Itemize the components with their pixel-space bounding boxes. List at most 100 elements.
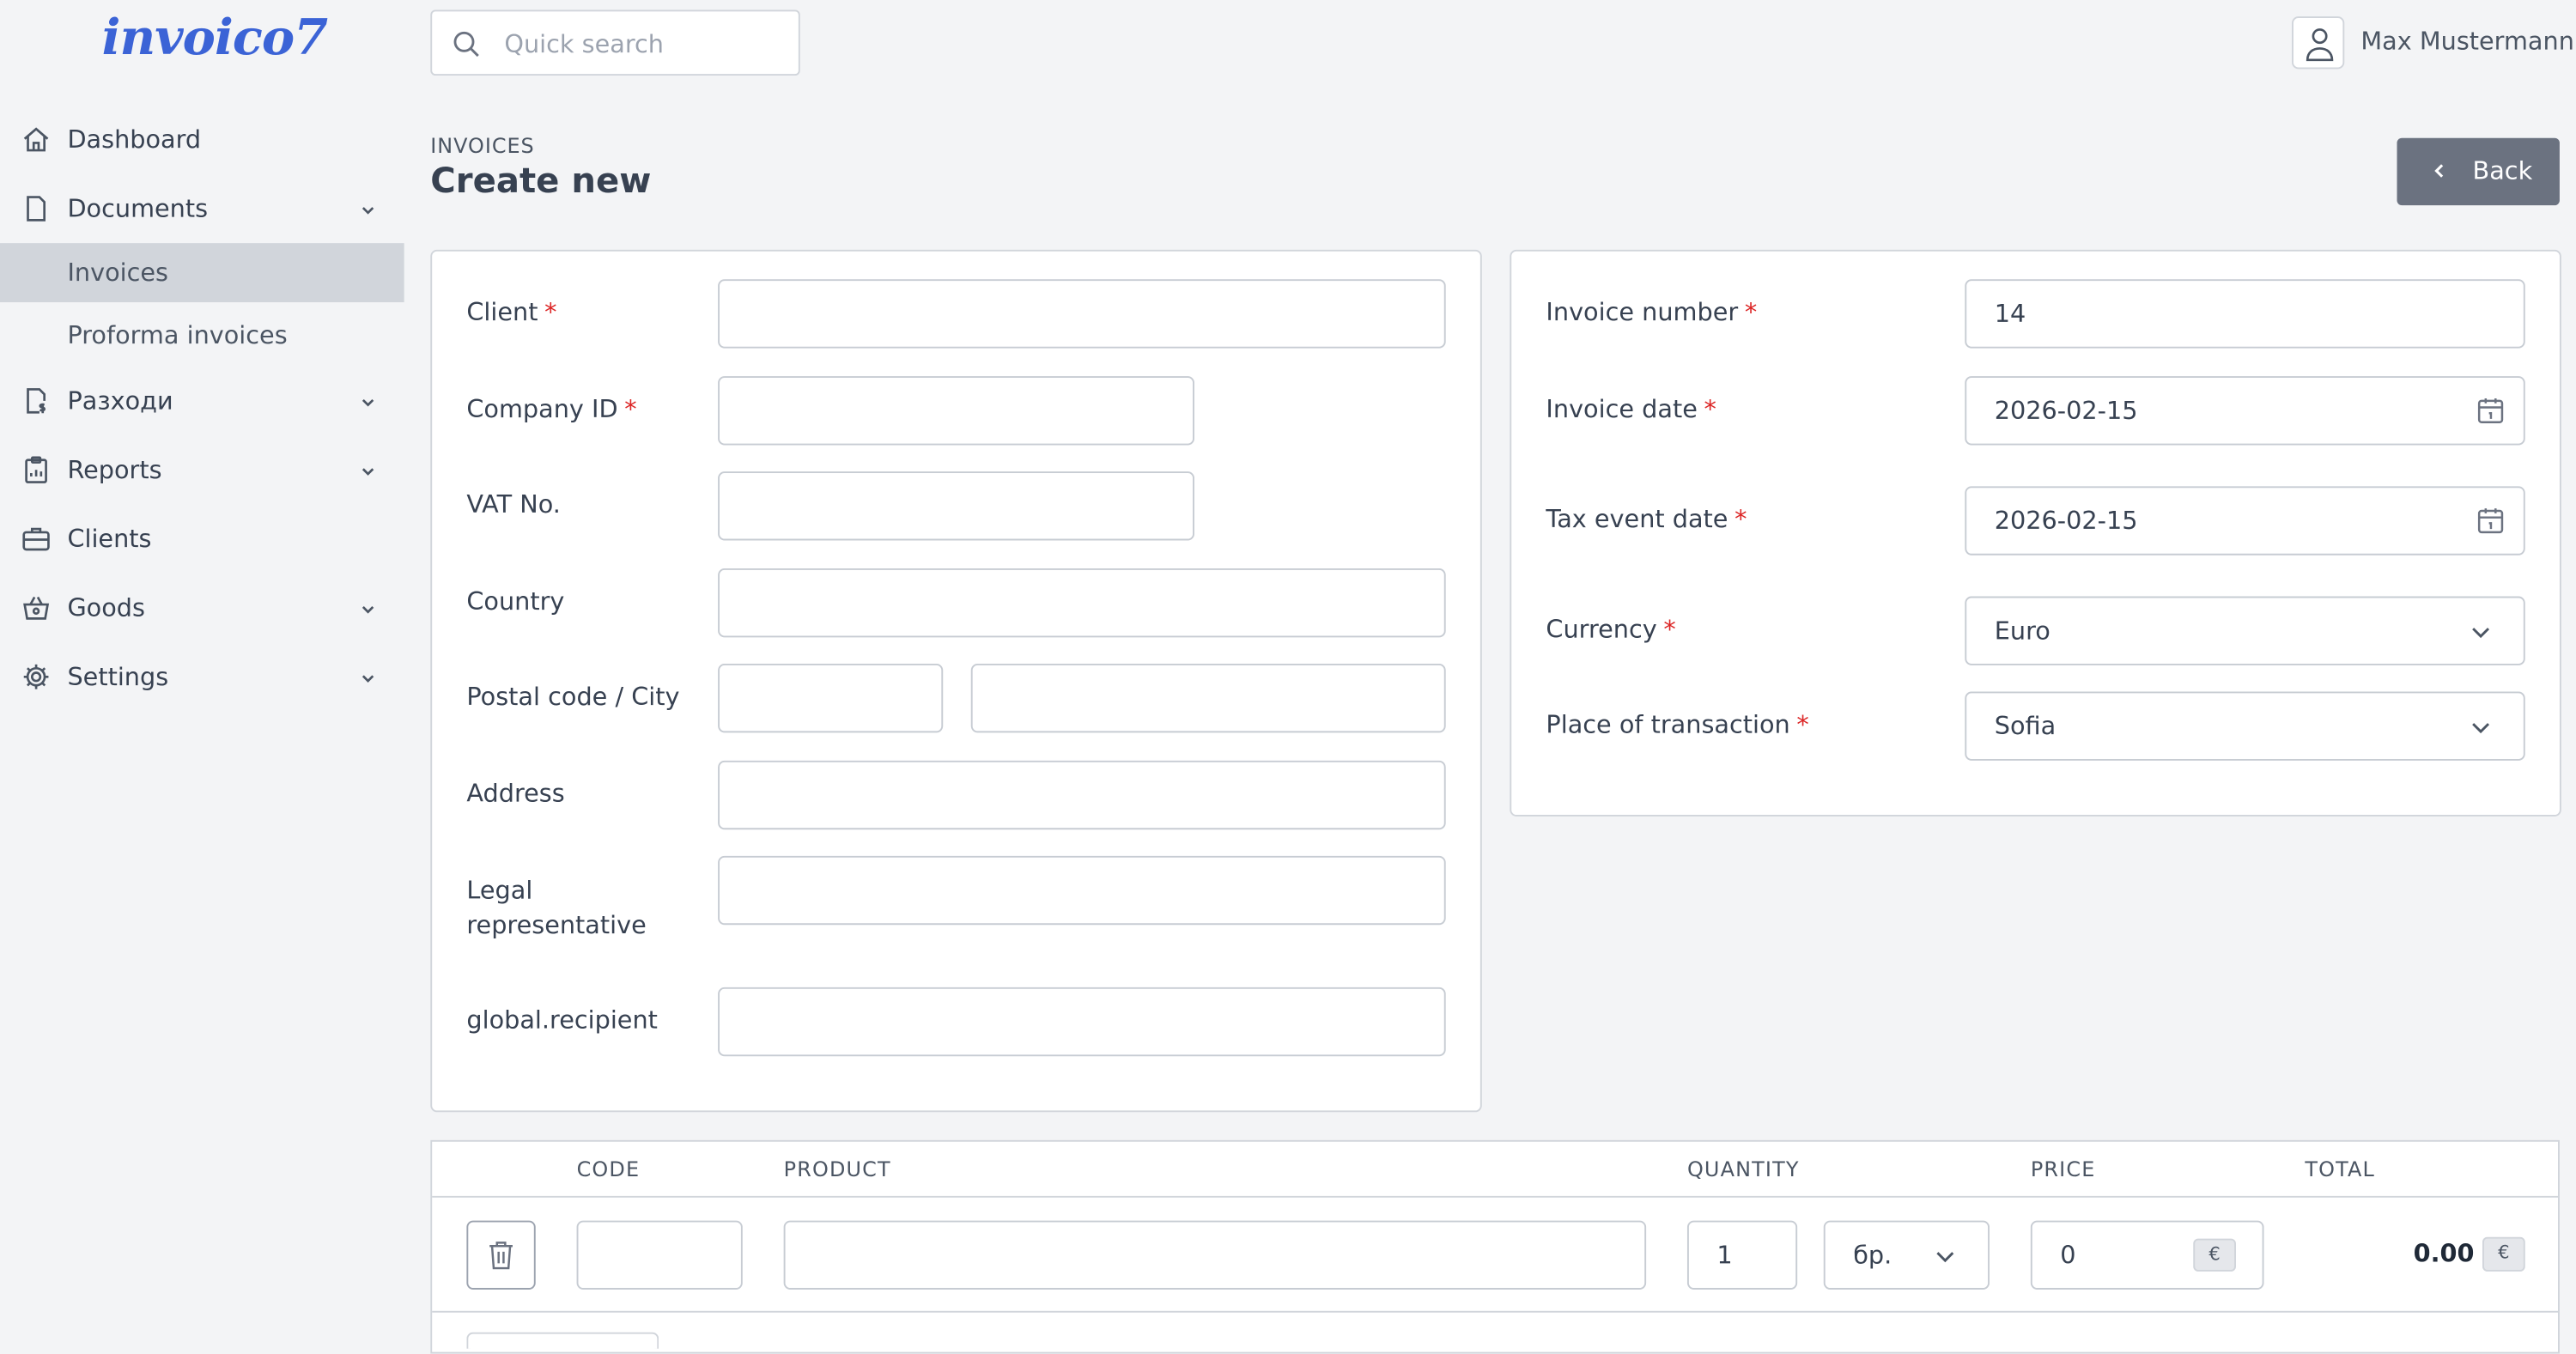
invoice-number-field[interactable]: 14	[1965, 279, 2525, 349]
sidebar-item-reports[interactable]: Reports	[0, 440, 404, 500]
gear-icon	[23, 664, 49, 689]
chevron-down-icon	[361, 398, 374, 407]
column-header-product: PRODUCT	[783, 1156, 891, 1181]
home-icon	[23, 127, 49, 152]
chevron-down-icon	[361, 207, 374, 215]
recipient-field[interactable]	[718, 987, 1446, 1057]
invoice-number-label: Invoice number *	[1546, 297, 1758, 327]
invoice-number-value: 14	[1994, 299, 2026, 329]
client-field[interactable]	[718, 279, 1446, 349]
invoice-date-field[interactable]: 2026-02-15	[1965, 376, 2525, 446]
chevron-down-icon	[2472, 628, 2490, 639]
sidebar-item-label: Разходи	[67, 386, 173, 416]
item-quantity-field[interactable]: 1	[1686, 1220, 1798, 1290]
chevron-down-icon	[361, 606, 374, 614]
expense-icon	[27, 388, 46, 414]
vat-field[interactable]	[718, 471, 1194, 541]
chevron-down-icon	[361, 468, 374, 476]
table-row-divider	[432, 1310, 2559, 1313]
country-field[interactable]	[718, 568, 1446, 638]
legal-representative-label: Legal representative	[466, 875, 647, 940]
page-title: Create new	[430, 161, 652, 201]
user-icon	[2306, 28, 2334, 62]
app-logo[interactable]: invoico7	[102, 9, 328, 67]
clipboard-icon	[25, 456, 47, 483]
item-product-field[interactable]	[783, 1220, 1647, 1290]
place-of-transaction-label: Place of transaction *	[1546, 709, 1809, 739]
company-id-field[interactable]	[718, 376, 1194, 446]
user-name[interactable]: Max Mustermann	[2360, 27, 2573, 56]
column-header-price: PRICE	[2030, 1156, 2096, 1181]
item-price-value: 0	[2060, 1240, 2076, 1270]
column-header-quantity: QUANTITY	[1686, 1156, 1800, 1181]
add-row-button[interactable]	[466, 1332, 659, 1349]
sidebar-item-label: Dashboard	[67, 124, 202, 155]
sidebar-item-label: Clients	[67, 524, 152, 554]
item-quantity-value: 1	[1716, 1240, 1733, 1270]
item-unit-select[interactable]: бр.	[1823, 1220, 1990, 1290]
column-header-total: TOTAL	[2305, 1156, 2375, 1181]
item-price-field[interactable]: 0 €	[2030, 1220, 2264, 1290]
legal-representative-field[interactable]	[718, 855, 1446, 926]
sidebar-subitem-proforma-invoices[interactable]: Proforma invoices	[0, 306, 404, 365]
country-label: Country	[466, 586, 565, 616]
back-button-label: Back	[2472, 155, 2533, 186]
chevron-down-icon	[361, 675, 374, 683]
currency-label: Currency *	[1546, 614, 1676, 645]
invoice-date-label: Invoice date *	[1546, 394, 1716, 424]
sidebar-item-dashboard[interactable]: Dashboard	[0, 110, 404, 169]
recipient-label: global.recipient	[466, 1005, 658, 1035]
breadcrumb: INVOICES	[430, 132, 535, 158]
invoice-date-value: 2026-02-15	[1994, 396, 2138, 426]
price-currency-badge: €	[2193, 1238, 2237, 1272]
company-id-label: Company ID *	[466, 394, 637, 424]
sidebar-item-label: Reports	[67, 454, 162, 485]
tax-event-date-value: 2026-02-15	[1994, 506, 2138, 536]
currency-select[interactable]: Euro	[1965, 596, 2525, 665]
address-field[interactable]	[718, 760, 1446, 830]
trash-icon	[489, 1242, 513, 1270]
column-header-code: CODE	[576, 1156, 641, 1181]
item-total-value: 0.00	[2413, 1238, 2475, 1269]
postal-city-label: Postal code / City	[466, 682, 680, 712]
document-icon	[27, 196, 46, 222]
sidebar-item-expenses[interactable]: Разходи	[0, 371, 404, 430]
delete-row-button[interactable]	[466, 1220, 536, 1290]
table-header-divider	[432, 1195, 2559, 1198]
currency-value: Euro	[1994, 616, 2050, 646]
item-code-field[interactable]	[576, 1220, 743, 1290]
search-input[interactable]	[501, 24, 787, 64]
calendar-icon[interactable]	[2476, 396, 2505, 425]
vat-label: VAT No.	[466, 489, 561, 519]
briefcase-icon	[22, 527, 50, 551]
basket-icon	[23, 596, 50, 620]
place-of-transaction-value: Sofia	[1994, 711, 2057, 741]
tax-event-date-label: Tax event date *	[1546, 504, 1747, 534]
address-label: Address	[466, 778, 565, 809]
sidebar-item-clients[interactable]: Clients	[0, 509, 404, 568]
client-label: Client *	[466, 297, 557, 327]
place-of-transaction-select[interactable]: Sofia	[1965, 691, 2525, 761]
sidebar-item-label: Documents	[67, 193, 209, 224]
sidebar-item-goods[interactable]: Goods	[0, 578, 404, 637]
chevron-down-icon	[1936, 1252, 1954, 1263]
sidebar-subitem-label: Proforma invoices	[67, 320, 288, 350]
chevron-down-icon	[2472, 723, 2490, 734]
sidebar-item-label: Settings	[67, 662, 169, 692]
sidebar-item-documents[interactable]: Documents	[0, 179, 404, 239]
tax-event-date-field[interactable]: 2026-02-15	[1965, 486, 2525, 556]
item-unit-value: бр.	[1853, 1240, 1893, 1270]
avatar[interactable]	[2292, 16, 2345, 70]
calendar-icon[interactable]	[2476, 506, 2505, 535]
postal-code-field[interactable]	[718, 663, 944, 733]
back-button[interactable]: Back	[2397, 137, 2560, 206]
quick-search[interactable]	[430, 9, 800, 76]
total-currency-badge: €	[2482, 1236, 2525, 1272]
sidebar-item-label: Goods	[67, 592, 145, 623]
chevron-left-icon	[2434, 164, 2444, 178]
city-field[interactable]	[970, 663, 1446, 733]
sidebar-item-settings[interactable]: Settings	[0, 647, 404, 707]
sidebar-subitem-label: Invoices	[67, 258, 169, 288]
search-icon	[453, 31, 479, 58]
sidebar-subitem-invoices[interactable]: Invoices	[0, 243, 404, 303]
